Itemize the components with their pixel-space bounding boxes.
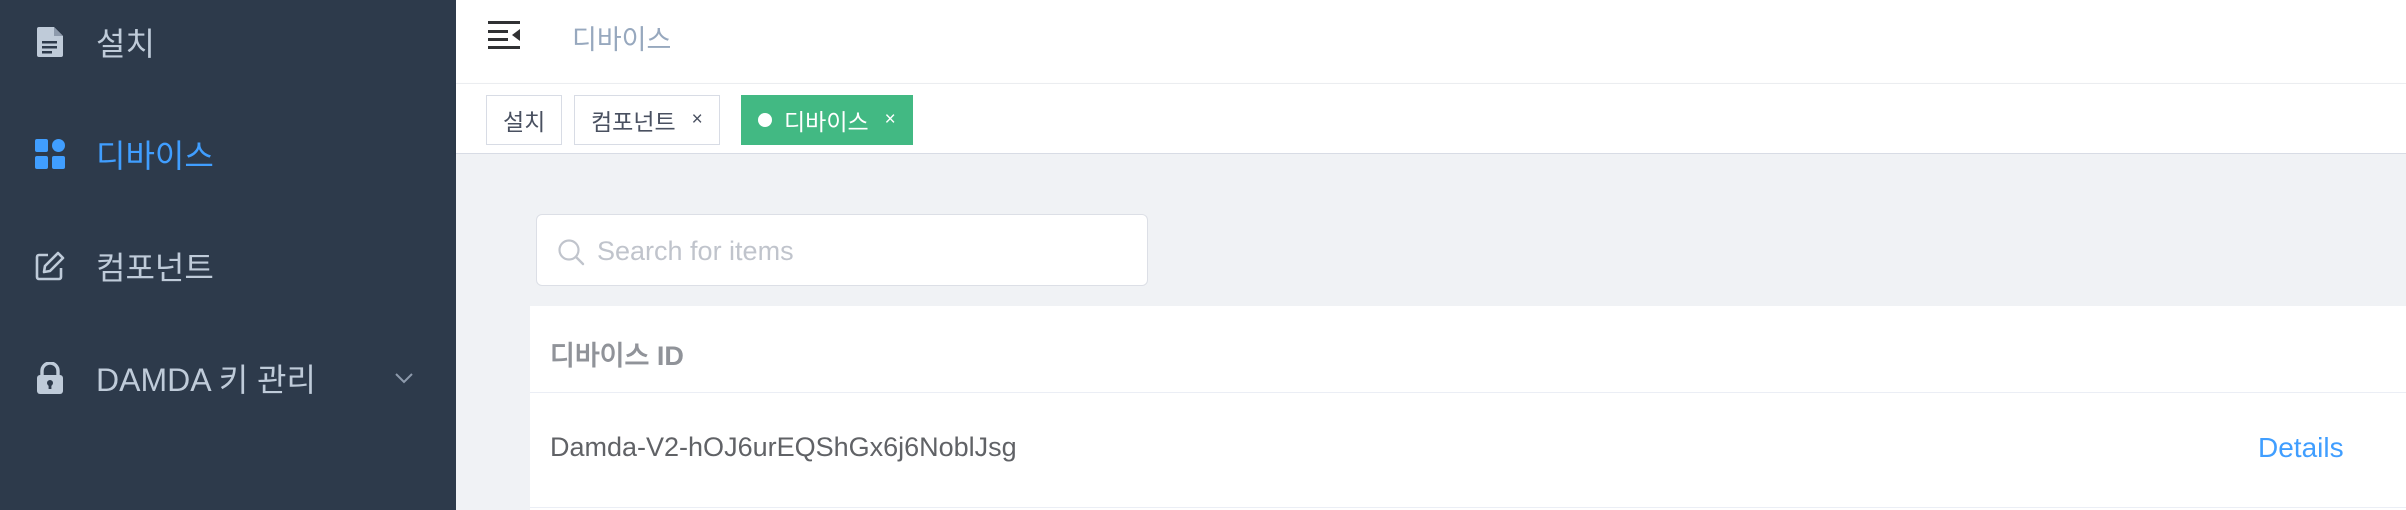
sidebar: 설치 디바이스 컴포넌트 DAMDA 키 관리 [0,0,456,510]
search-input[interactable] [597,229,1127,273]
table-header: 디바이스 ID [530,306,2406,393]
dashboard-icon [34,138,66,170]
breadcrumb: 디바이스 [572,25,672,55]
device-table: 디바이스 ID Damda-V2-hOJ6urEQShGx6j6NoblJsg … [530,306,2406,510]
search-icon [557,238,585,266]
column-header-device-id: 디바이스 ID [550,341,684,371]
main-content: 디바이스 ID Damda-V2-hOJ6urEQShGx6j6NoblJsg … [456,154,2406,510]
app: 설치 디바이스 컴포넌트 DAMDA 키 관리 디바이스 설치 컴포넌트 × 디… [0,0,2406,510]
sidebar-item-install[interactable]: 설치 [0,2,456,82]
search-box[interactable] [536,214,1148,286]
lock-icon [34,362,66,394]
details-link[interactable]: Details [2258,432,2344,464]
document-icon [34,26,66,58]
sidebar-item-label: 컴포넌트 [96,250,214,286]
edit-icon [34,250,66,282]
hamburger-icon[interactable] [488,20,528,52]
close-icon[interactable]: × [692,109,703,131]
tag-install[interactable]: 설치 [486,95,563,145]
tag-label: 설치 [503,109,546,135]
tag-label: 컴포넌트 [591,109,676,135]
tag-components[interactable]: 컴포넌트 × [574,95,720,145]
tag-label: 디바이스 [784,109,869,135]
sidebar-item-components[interactable]: 컴포넌트 [0,226,456,306]
sidebar-item-damda-key[interactable]: DAMDA 키 관리 [0,338,456,418]
chevron-down-icon[interactable] [392,366,416,390]
sidebar-item-label: 설치 [96,26,155,62]
table-row: Damda-V2-hOJ6urEQShGx6j6NoblJsg Details [530,394,2406,508]
active-dot-icon [758,113,772,127]
tags-view: 설치 컴포넌트 × 디바이스 × [456,84,2406,154]
navbar: 디바이스 [456,0,2406,84]
sidebar-item-label: DAMDA 키 관리 [96,362,316,398]
tag-devices[interactable]: 디바이스 × [741,95,913,145]
close-icon[interactable]: × [885,109,896,131]
device-id-cell: Damda-V2-hOJ6urEQShGx6j6NoblJsg [550,432,1017,462]
sidebar-item-devices[interactable]: 디바이스 [0,114,456,194]
sidebar-item-label: 디바이스 [96,138,214,174]
